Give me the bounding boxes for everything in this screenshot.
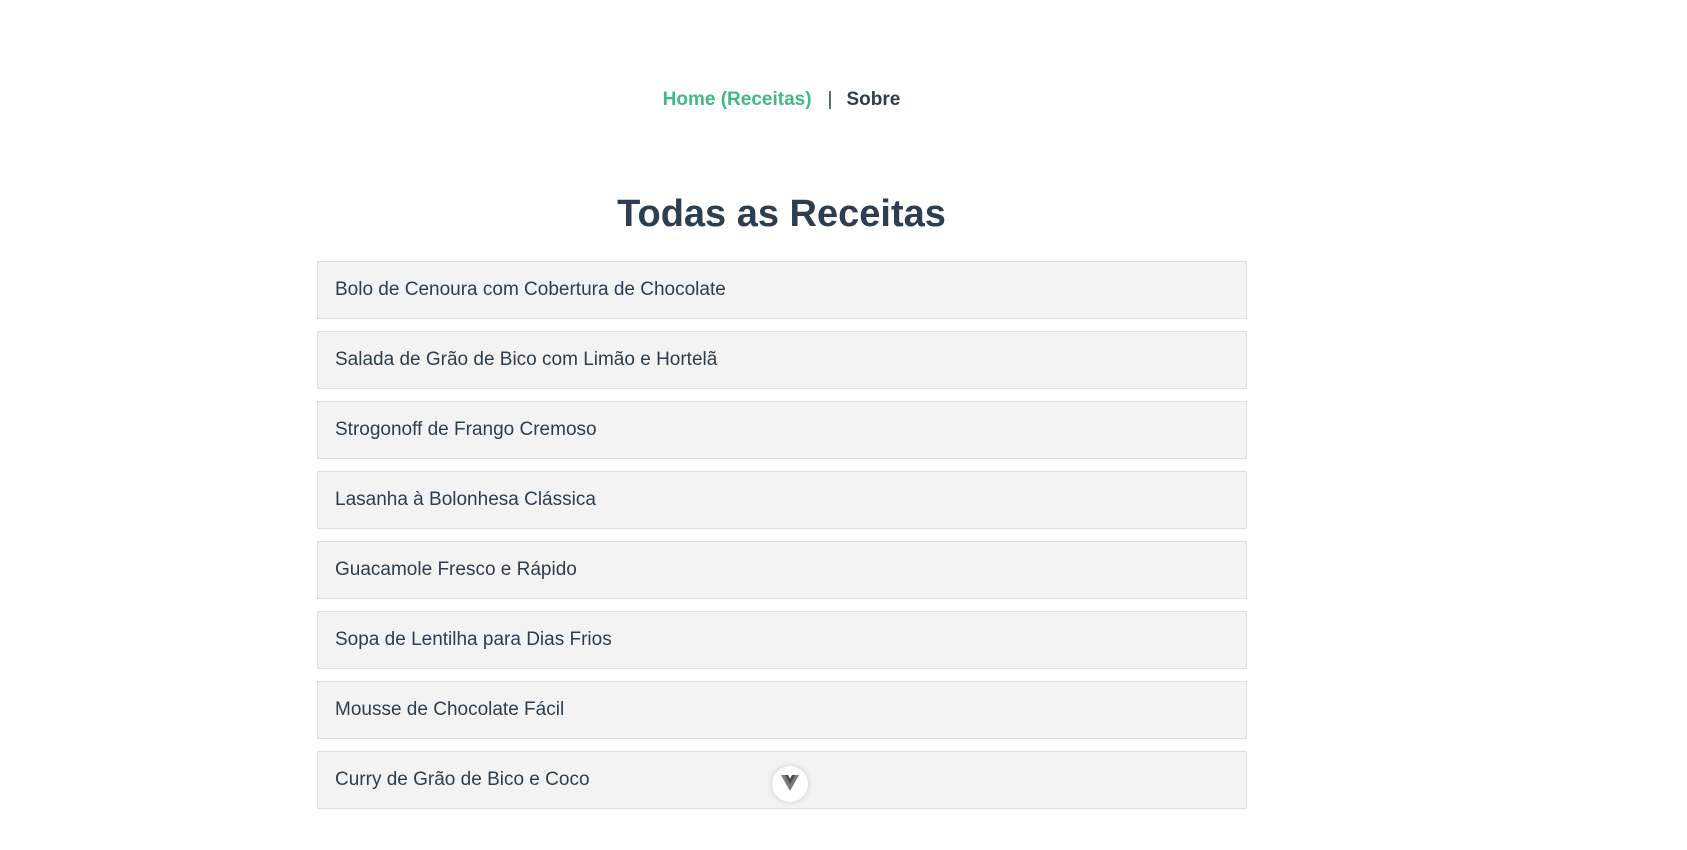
page: Home (Receitas) | Sobre Todas as Receitas … xyxy=(0,0,1687,850)
vue-devtools-button[interactable] xyxy=(772,766,808,802)
nav-link-about[interactable]: Sobre xyxy=(846,89,900,110)
recipe-list-item[interactable]: Lasanha à Bolonhesa Clássica xyxy=(317,471,1247,529)
page-title: Todas as Receitas xyxy=(617,193,946,235)
vue-logo-icon xyxy=(781,775,799,791)
recipe-list-item[interactable]: Mousse de Chocolate Fácil xyxy=(317,681,1247,739)
recipe-list-item[interactable]: Sopa de Lentilha para Dias Frios xyxy=(317,611,1247,669)
recipe-list-item[interactable]: Salada de Grão de Bico com Limão e Horte… xyxy=(317,331,1247,389)
nav-separator: | xyxy=(827,89,833,110)
recipe-list-item[interactable]: Bolo de Cenoura com Cobertura de Chocola… xyxy=(317,261,1247,319)
recipe-list-item[interactable]: Guacamole Fresco e Rápido xyxy=(317,541,1247,599)
nav-link-home[interactable]: Home (Receitas) xyxy=(663,89,812,110)
recipe-list-item[interactable]: Strogonoff de Frango Cremoso xyxy=(317,401,1247,459)
recipe-list: Bolo de Cenoura com Cobertura de Chocola… xyxy=(317,261,1247,821)
main-nav: Home (Receitas) | Sobre xyxy=(0,88,1563,112)
